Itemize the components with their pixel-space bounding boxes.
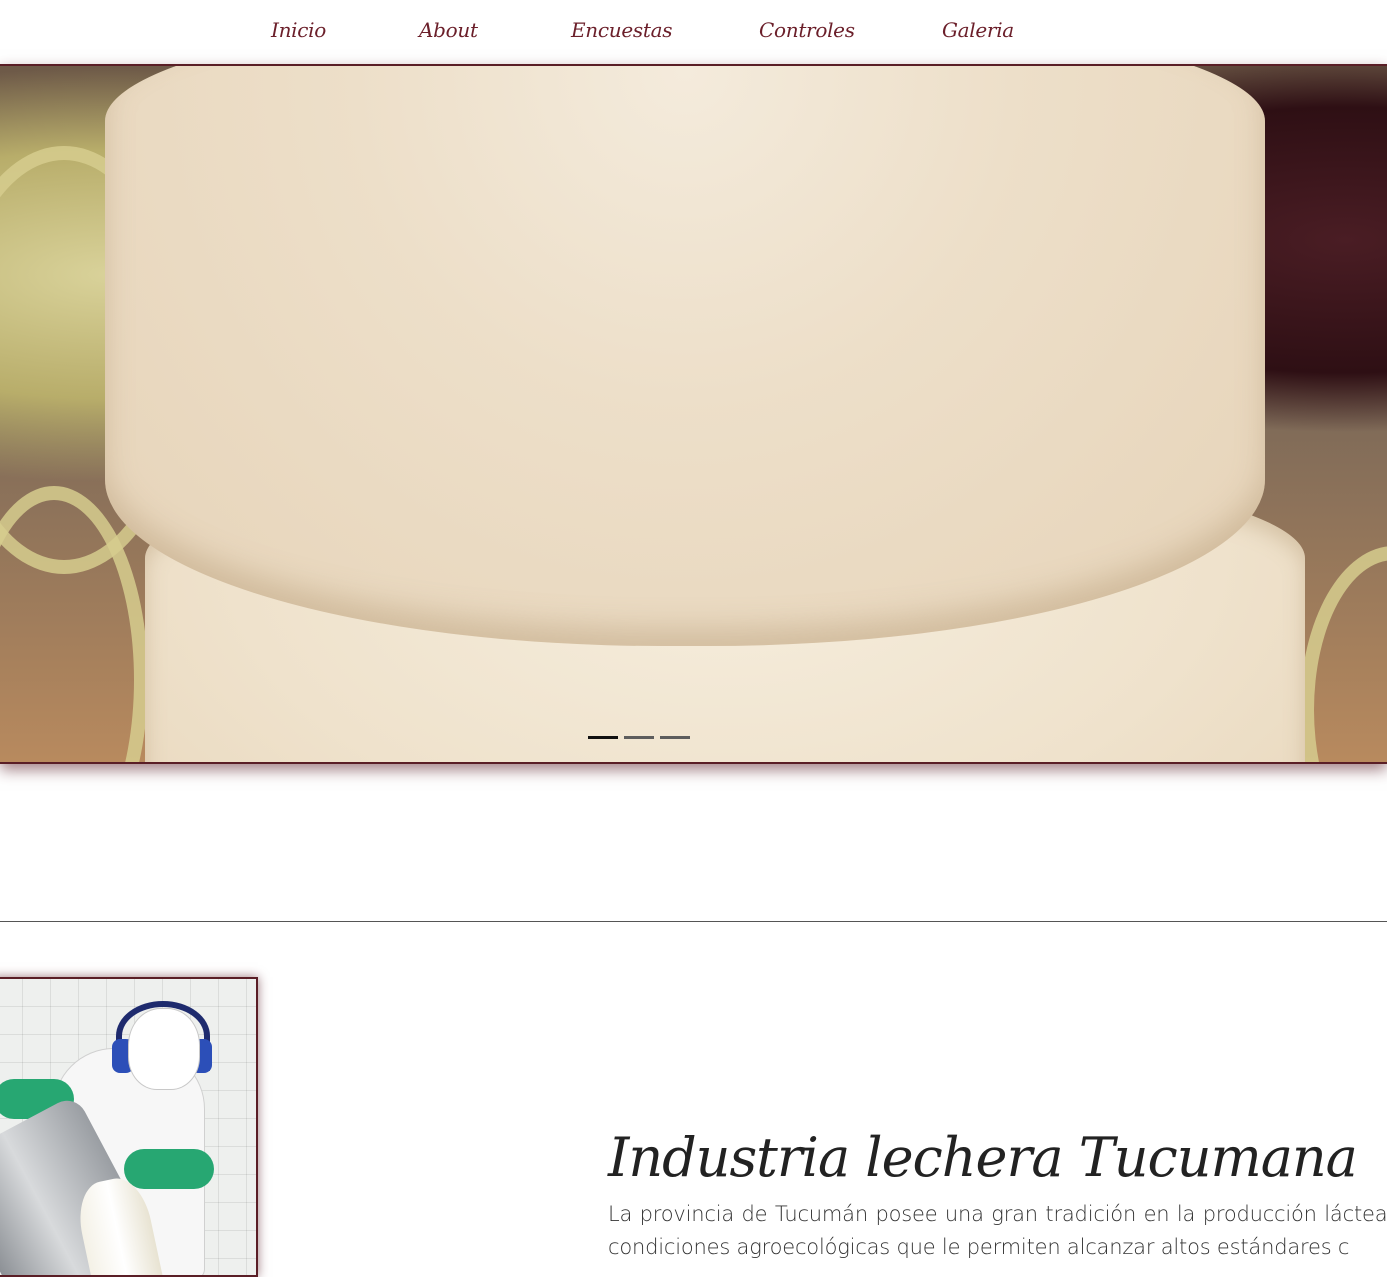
cheese-wheel-top bbox=[105, 66, 1265, 646]
nav-link-galeria[interactable]: Galeria bbox=[942, 18, 1014, 42]
top-navigation: Inicio About Encuestas Controles Galeria bbox=[0, 0, 1387, 64]
carousel-indicator-1[interactable] bbox=[588, 736, 618, 739]
nav-link-encuestas[interactable]: Encuestas bbox=[571, 18, 672, 42]
section-body-text: La provincia de Tucumán posee una gran t… bbox=[608, 1202, 1387, 1259]
carousel-indicator-3[interactable] bbox=[660, 736, 690, 739]
dairy-worker-image bbox=[0, 977, 258, 1277]
section-title: Industria lechera Tucumana bbox=[608, 1126, 1358, 1189]
nav-link-about[interactable]: About bbox=[419, 18, 478, 42]
carousel-indicator-2[interactable] bbox=[624, 736, 654, 739]
nav-link-inicio[interactable]: Inicio bbox=[271, 18, 326, 42]
worker-head bbox=[129, 1009, 199, 1089]
nav-link-controles[interactable]: Controles bbox=[759, 18, 855, 42]
section-divider bbox=[0, 921, 1387, 922]
hero-carousel[interactable] bbox=[0, 64, 1387, 764]
green-glove bbox=[124, 1149, 214, 1189]
carousel-indicators bbox=[588, 736, 698, 740]
corn-husk-decoration bbox=[1300, 546, 1387, 762]
